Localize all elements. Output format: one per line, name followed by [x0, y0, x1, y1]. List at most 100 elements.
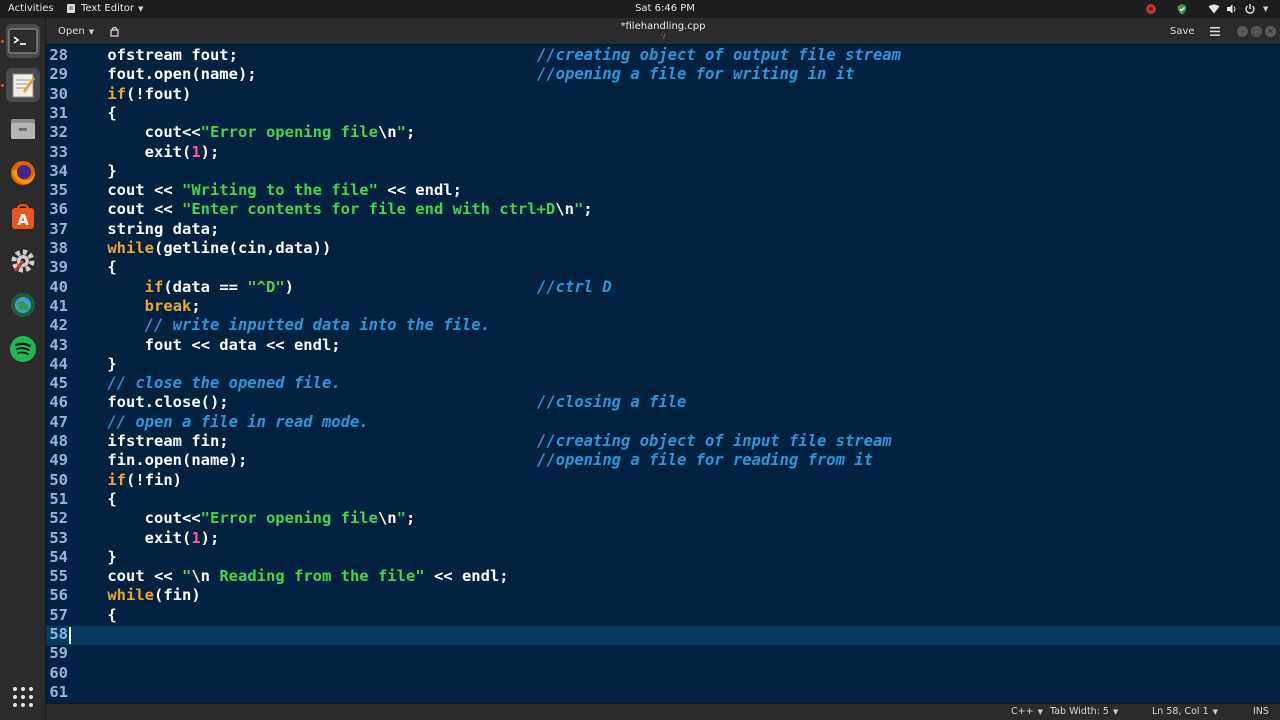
code-text: if(!fin)	[70, 471, 182, 490]
running-indicator	[1, 40, 4, 43]
code-token: string data;	[70, 219, 220, 238]
inline-comment: //opening a file for writing in it	[537, 65, 855, 84]
code-text: cout << "Enter contents for file end wit…	[70, 200, 592, 219]
dock-software[interactable]: A	[6, 200, 40, 234]
code-token: \n	[377, 509, 397, 528]
activities-button[interactable]: Activities	[8, 3, 54, 14]
status-bar: C++ ▼ Tab Width: 5 ▼ Ln 58, Col 1 ▼ INS	[46, 703, 1280, 720]
code-token: (data ==	[163, 277, 248, 296]
save-button-label: Save	[1170, 26, 1195, 37]
code-token: \n	[191, 567, 210, 586]
document-title: *filehandling.cpp	[620, 21, 706, 32]
line-number: 42	[49, 316, 68, 335]
language-selector[interactable]: C++ ▼	[1011, 706, 1043, 717]
code-token: if	[107, 470, 126, 489]
app-menu[interactable]: Text Editor ▼	[66, 3, 143, 14]
line-number: 61	[49, 682, 68, 701]
code-line: 32 cout<<"Error opening file\n";	[46, 123, 1280, 142]
running-indicator	[1, 84, 4, 87]
document-subtitle-marker: -/	[660, 32, 666, 40]
line-number: 45	[49, 374, 68, 393]
system-menu-chevron-icon[interactable]: ▼	[1263, 5, 1268, 13]
code-line: 44 }	[46, 355, 1280, 374]
insert-mode-indicator: INS	[1253, 706, 1269, 717]
code-token: ;	[405, 123, 416, 142]
tab-width-label: Tab Width: 5	[1050, 706, 1109, 717]
language-label: C++	[1011, 706, 1034, 717]
terminal-icon	[8, 28, 38, 54]
line-number: 52	[49, 509, 68, 528]
show-applications-button[interactable]	[6, 680, 40, 714]
code-token: // open a file in read mode.	[107, 412, 369, 431]
code-text: ofstream fout;	[70, 46, 238, 65]
code-token: \n	[555, 200, 574, 219]
dock-text-editor[interactable]	[6, 68, 40, 102]
dock-spotify[interactable]	[6, 332, 40, 366]
code-token: 1	[191, 142, 201, 161]
shield-icon[interactable]	[1176, 3, 1188, 15]
code-token: if	[144, 277, 164, 296]
volume-icon[interactable]	[1226, 3, 1238, 15]
code-token: fout.open(name);	[70, 65, 257, 84]
save-button[interactable]: Save	[1164, 23, 1201, 40]
code-token: "	[396, 509, 406, 528]
close-icon[interactable]: ✕	[1265, 26, 1276, 37]
code-token: ifstream fin;	[70, 432, 229, 450]
code-editor[interactable]: 28 ofstream fout; //creating object of ou…	[46, 45, 1280, 703]
top-bar: Activities Text Editor ▼ Sat 6:46 PM ▼	[0, 0, 1280, 18]
clock[interactable]: Sat 6:46 PM	[620, 3, 710, 14]
dock-settings[interactable]	[6, 244, 40, 278]
line-number: 28	[49, 46, 68, 64]
code-token: break	[144, 296, 192, 315]
line-number: 38	[49, 239, 68, 257]
inline-comment: //ctrl D	[537, 277, 612, 296]
settings-icon	[11, 249, 35, 273]
wifi-icon[interactable]	[1208, 3, 1220, 15]
line-number: 30	[49, 84, 68, 103]
code-text: cout<<"Error opening file\n";	[70, 509, 416, 528]
line-number: 60	[49, 663, 68, 682]
code-line: 35 cout << "Writing to the file" << endl…	[46, 181, 1280, 200]
code-text: if(!fout)	[70, 85, 191, 104]
code-text: exit(1);	[70, 529, 220, 548]
line-number: 44	[49, 354, 68, 373]
code-token: // close the opened file.	[107, 374, 341, 393]
inline-comment: //creating object of input file stream	[537, 432, 892, 450]
dock-terminal[interactable]	[6, 24, 40, 58]
minimize-icon[interactable]: –	[1237, 26, 1248, 37]
hamburger-menu-button[interactable]	[1206, 23, 1224, 40]
maximize-icon[interactable]: □	[1251, 26, 1262, 37]
code-token: while	[107, 586, 154, 605]
code-token: (!fout)	[126, 84, 192, 103]
code-line: 55 cout << "\n Reading from the file" <<…	[46, 567, 1280, 586]
code-line: 34 }	[46, 162, 1280, 181]
code-line: 36 cout << "Enter contents for file end …	[46, 200, 1280, 219]
code-token: (fin)	[154, 586, 201, 605]
line-number: 41	[49, 296, 68, 315]
line-number: 47	[49, 412, 68, 431]
code-text: ifstream fin;	[70, 432, 229, 451]
chevron-down-icon: ▼	[1037, 707, 1043, 716]
code-text: {	[70, 606, 116, 625]
code-token: cout <<	[70, 567, 182, 586]
tab-width-selector[interactable]: Tab Width: 5 ▼	[1050, 706, 1118, 717]
code-token: "^D"	[247, 277, 285, 296]
code-line: 58	[46, 625, 1280, 644]
text-editor-small-icon	[67, 4, 75, 13]
code-line: 47 // open a file in read mode.	[46, 413, 1280, 432]
code-token: // write inputted data into the file.	[144, 316, 490, 335]
dock-firefox[interactable]	[6, 156, 40, 190]
code-token: }	[70, 161, 117, 180]
cursor-position-selector[interactable]: Ln 58, Col 1 ▼	[1152, 706, 1218, 717]
code-line: 54 }	[46, 548, 1280, 567]
line-number: 29	[49, 65, 68, 84]
inline-comment: //opening a file for reading from it	[537, 451, 873, 470]
record-indicator-icon[interactable]	[1145, 3, 1157, 15]
code-line: 57 {	[46, 606, 1280, 625]
code-text: {	[70, 258, 116, 277]
code-token: fout << data << endl;	[70, 335, 341, 354]
dock-files[interactable]	[6, 112, 40, 146]
power-icon[interactable]	[1244, 3, 1256, 15]
dock-web-browser[interactable]	[6, 288, 40, 322]
